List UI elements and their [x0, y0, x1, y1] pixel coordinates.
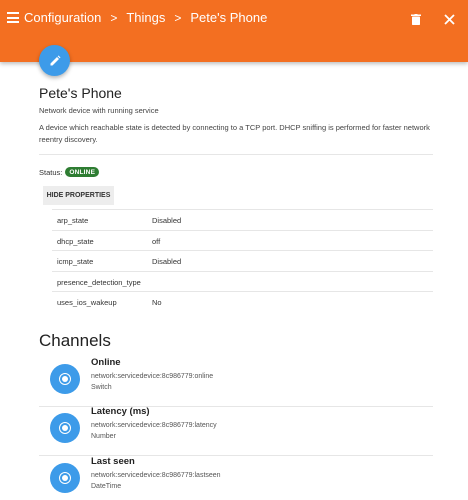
property-value: Disabled — [152, 257, 182, 266]
edit-button[interactable] — [39, 45, 70, 76]
channels-heading: Channels — [39, 331, 111, 350]
property-value: No — [152, 298, 162, 307]
property-value: Disabled — [152, 216, 182, 225]
status-badge: ONLINE — [65, 167, 100, 177]
channel-item: Latency (ms) network:servicedevice:8c986… — [39, 406, 433, 456]
close-icon[interactable] — [444, 14, 455, 25]
properties-table: arp_state Disabled dhcp_state off icmp_s… — [52, 209, 433, 312]
table-row: presence_detection_type — [52, 270, 433, 292]
page-title: Pete's Phone — [39, 85, 122, 101]
table-row: icmp_state Disabled — [52, 250, 433, 271]
table-row: dhcp_state off — [52, 229, 433, 251]
divider — [39, 154, 433, 155]
radio-channel-icon[interactable] — [50, 364, 80, 394]
property-value: off — [152, 236, 161, 246]
breadcrumb-separator: > — [110, 10, 118, 25]
channel-item: Online network:servicedevice:8c986779:on… — [39, 357, 433, 407]
breadcrumb-separator: > — [174, 10, 182, 25]
channel-name: Last seen — [91, 456, 135, 467]
property-key: uses_ios_wakeup — [57, 298, 117, 307]
breadcrumb-things[interactable]: Things — [126, 10, 165, 25]
status-label: Status: — [39, 167, 63, 177]
table-row: arp_state Disabled — [52, 209, 433, 230]
radio-channel-icon[interactable] — [50, 413, 80, 443]
thing-type-label: Network device with running service — [39, 106, 159, 115]
app-bar: Configuration > Things > Pete's Phone — [0, 0, 468, 62]
radio-channel-icon[interactable] — [50, 463, 80, 493]
trash-icon[interactable] — [411, 14, 421, 25]
channel-name: Online — [91, 357, 121, 368]
breadcrumb-current: Pete's Phone — [190, 10, 268, 25]
channel-uid: network:servicedevice:8c986779:online — [91, 373, 214, 380]
channel-type: DateTime — [91, 483, 122, 490]
channel-type: Switch — [91, 384, 112, 391]
property-key: presence_detection_type — [57, 277, 141, 287]
channel-type: Number — [91, 433, 116, 440]
pencil-icon — [50, 55, 60, 65]
status-row: Status: ONLINE — [39, 167, 100, 177]
table-row: uses_ios_wakeup No — [52, 291, 433, 312]
channel-uid: network:servicedevice:8c986779:latency — [91, 422, 217, 429]
hide-properties-button[interactable]: HIDE PROPERTIES — [43, 186, 114, 205]
channel-item: Last seen network:servicedevice:8c986779… — [39, 456, 433, 500]
breadcrumb: Configuration > Things > Pete's Phone — [24, 10, 267, 25]
property-key: arp_state — [57, 216, 89, 225]
thing-description: A device which reachable state is detect… — [39, 123, 430, 144]
channel-name: Latency (ms) — [91, 406, 150, 417]
breadcrumb-configuration[interactable]: Configuration — [24, 10, 101, 25]
property-key: icmp_state — [57, 257, 94, 266]
channel-uid: network:servicedevice:8c986779:lastseen — [91, 472, 221, 479]
property-key: dhcp_state — [57, 236, 94, 246]
menu-icon[interactable] — [7, 12, 19, 23]
